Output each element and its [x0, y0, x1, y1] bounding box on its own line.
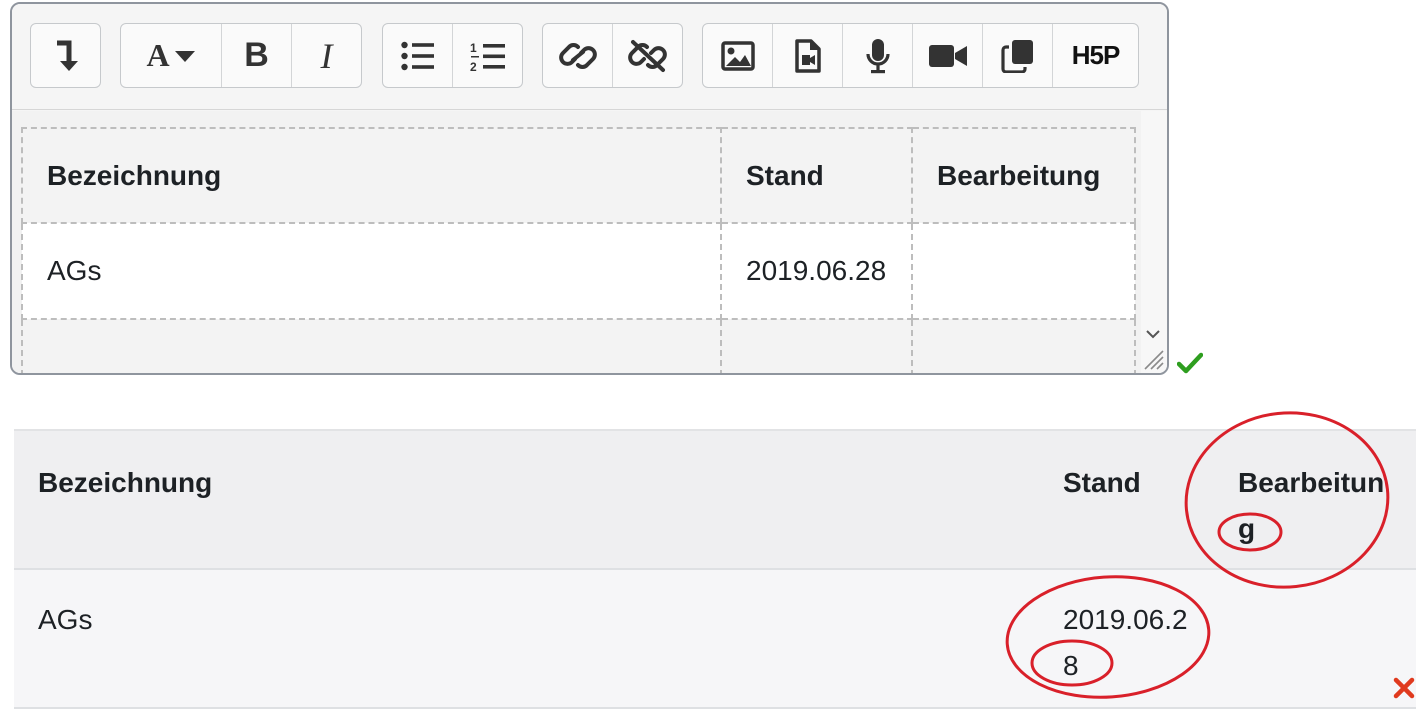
toolbar-group-media: H5P	[702, 23, 1139, 88]
numbered-list-icon: 1 2	[470, 41, 505, 72]
copy-button[interactable]	[983, 24, 1053, 87]
svg-text:2: 2	[470, 60, 477, 72]
bold-button[interactable]: B	[222, 24, 292, 87]
rendered-cell-stand-wrap: 8	[1063, 650, 1079, 681]
h5p-icon: H5P	[1071, 40, 1121, 70]
rendered-header-bearbeitung: Bearbeitun	[1238, 467, 1385, 498]
show-more-button[interactable]	[31, 24, 100, 87]
microphone-button[interactable]	[843, 24, 913, 87]
h5p-button[interactable]: H5P	[1053, 24, 1138, 87]
video-icon	[928, 44, 967, 67]
editor-cell[interactable]	[911, 222, 1136, 320]
link-button[interactable]	[543, 24, 613, 87]
show-more-icon	[56, 40, 78, 71]
rendered-cell-bezeichnung: AGs	[38, 604, 93, 635]
media-icon	[794, 38, 821, 73]
editor-header-bearbeitung[interactable]: Bearbeitung	[911, 127, 1136, 224]
rendered-header-bezeichnung: Bezeichnung	[38, 467, 213, 498]
image-icon	[720, 40, 755, 71]
editor-content-area[interactable]: Bezeichnung Stand Bearbeitung AGs 2019.0…	[12, 111, 1143, 373]
svg-text:1: 1	[470, 41, 477, 55]
editor-cell[interactable]: 2019.06.28	[720, 222, 913, 320]
chevron-down-icon	[174, 50, 195, 62]
editor-table[interactable]: Bezeichnung Stand Bearbeitung AGs 2019.0…	[21, 127, 1136, 373]
copy-icon	[1000, 39, 1033, 73]
font-style-icon: A	[146, 37, 170, 73]
resize-handle-icon[interactable]	[1141, 347, 1165, 371]
text-editor: A B I 1 2 H5P Bezeichnung Stand Bearbeit…	[10, 2, 1169, 375]
cross-icon	[1393, 677, 1415, 699]
microphone-icon	[865, 38, 890, 73]
toolbar-group-format: A B I	[120, 23, 362, 88]
italic-button[interactable]: I	[292, 24, 361, 87]
editor-toolbar: A B I 1 2 H5P	[12, 4, 1167, 110]
editor-header-bezeichnung[interactable]: Bezeichnung	[21, 127, 722, 224]
bold-icon: B	[244, 36, 269, 74]
font-style-button[interactable]: A	[121, 24, 222, 87]
editor-cell[interactable]	[21, 318, 722, 373]
unlink-button[interactable]	[613, 24, 682, 87]
media-button[interactable]	[773, 24, 843, 87]
editor-cell[interactable]	[720, 318, 913, 373]
video-button[interactable]	[913, 24, 983, 87]
link-icon	[558, 42, 597, 69]
bullet-list-button[interactable]	[383, 24, 453, 87]
checkmark-icon	[1177, 352, 1203, 374]
image-button[interactable]	[703, 24, 773, 87]
unlink-icon	[627, 39, 667, 72]
rendered-table-header: Bezeichnung Stand Bearbeitun g	[14, 429, 1416, 570]
scroll-down-icon[interactable]	[1146, 329, 1160, 339]
toolbar-group-lists: 1 2	[382, 23, 523, 88]
rendered-header-stand: Stand	[1063, 467, 1141, 498]
toolbar-group-links	[542, 23, 683, 88]
numbered-list-button[interactable]: 1 2	[453, 24, 522, 87]
editor-header-stand[interactable]: Stand	[720, 127, 913, 224]
bullet-list-icon	[400, 41, 434, 70]
editor-cell[interactable]: AGs	[21, 222, 722, 320]
toolbar-group-more	[30, 23, 101, 88]
italic-icon: I	[320, 35, 333, 76]
editor-cell[interactable]	[911, 318, 1136, 373]
rendered-cell-stand: 2019.06.2	[1063, 604, 1188, 635]
table-row: AGs 2019.06.2 8	[14, 570, 1416, 709]
rendered-table: Bezeichnung Stand Bearbeitun g AGs 2019.…	[14, 429, 1416, 714]
rendered-header-bearbeitung-wrap: g	[1238, 513, 1256, 544]
editor-scrollbar[interactable]	[1141, 111, 1167, 373]
